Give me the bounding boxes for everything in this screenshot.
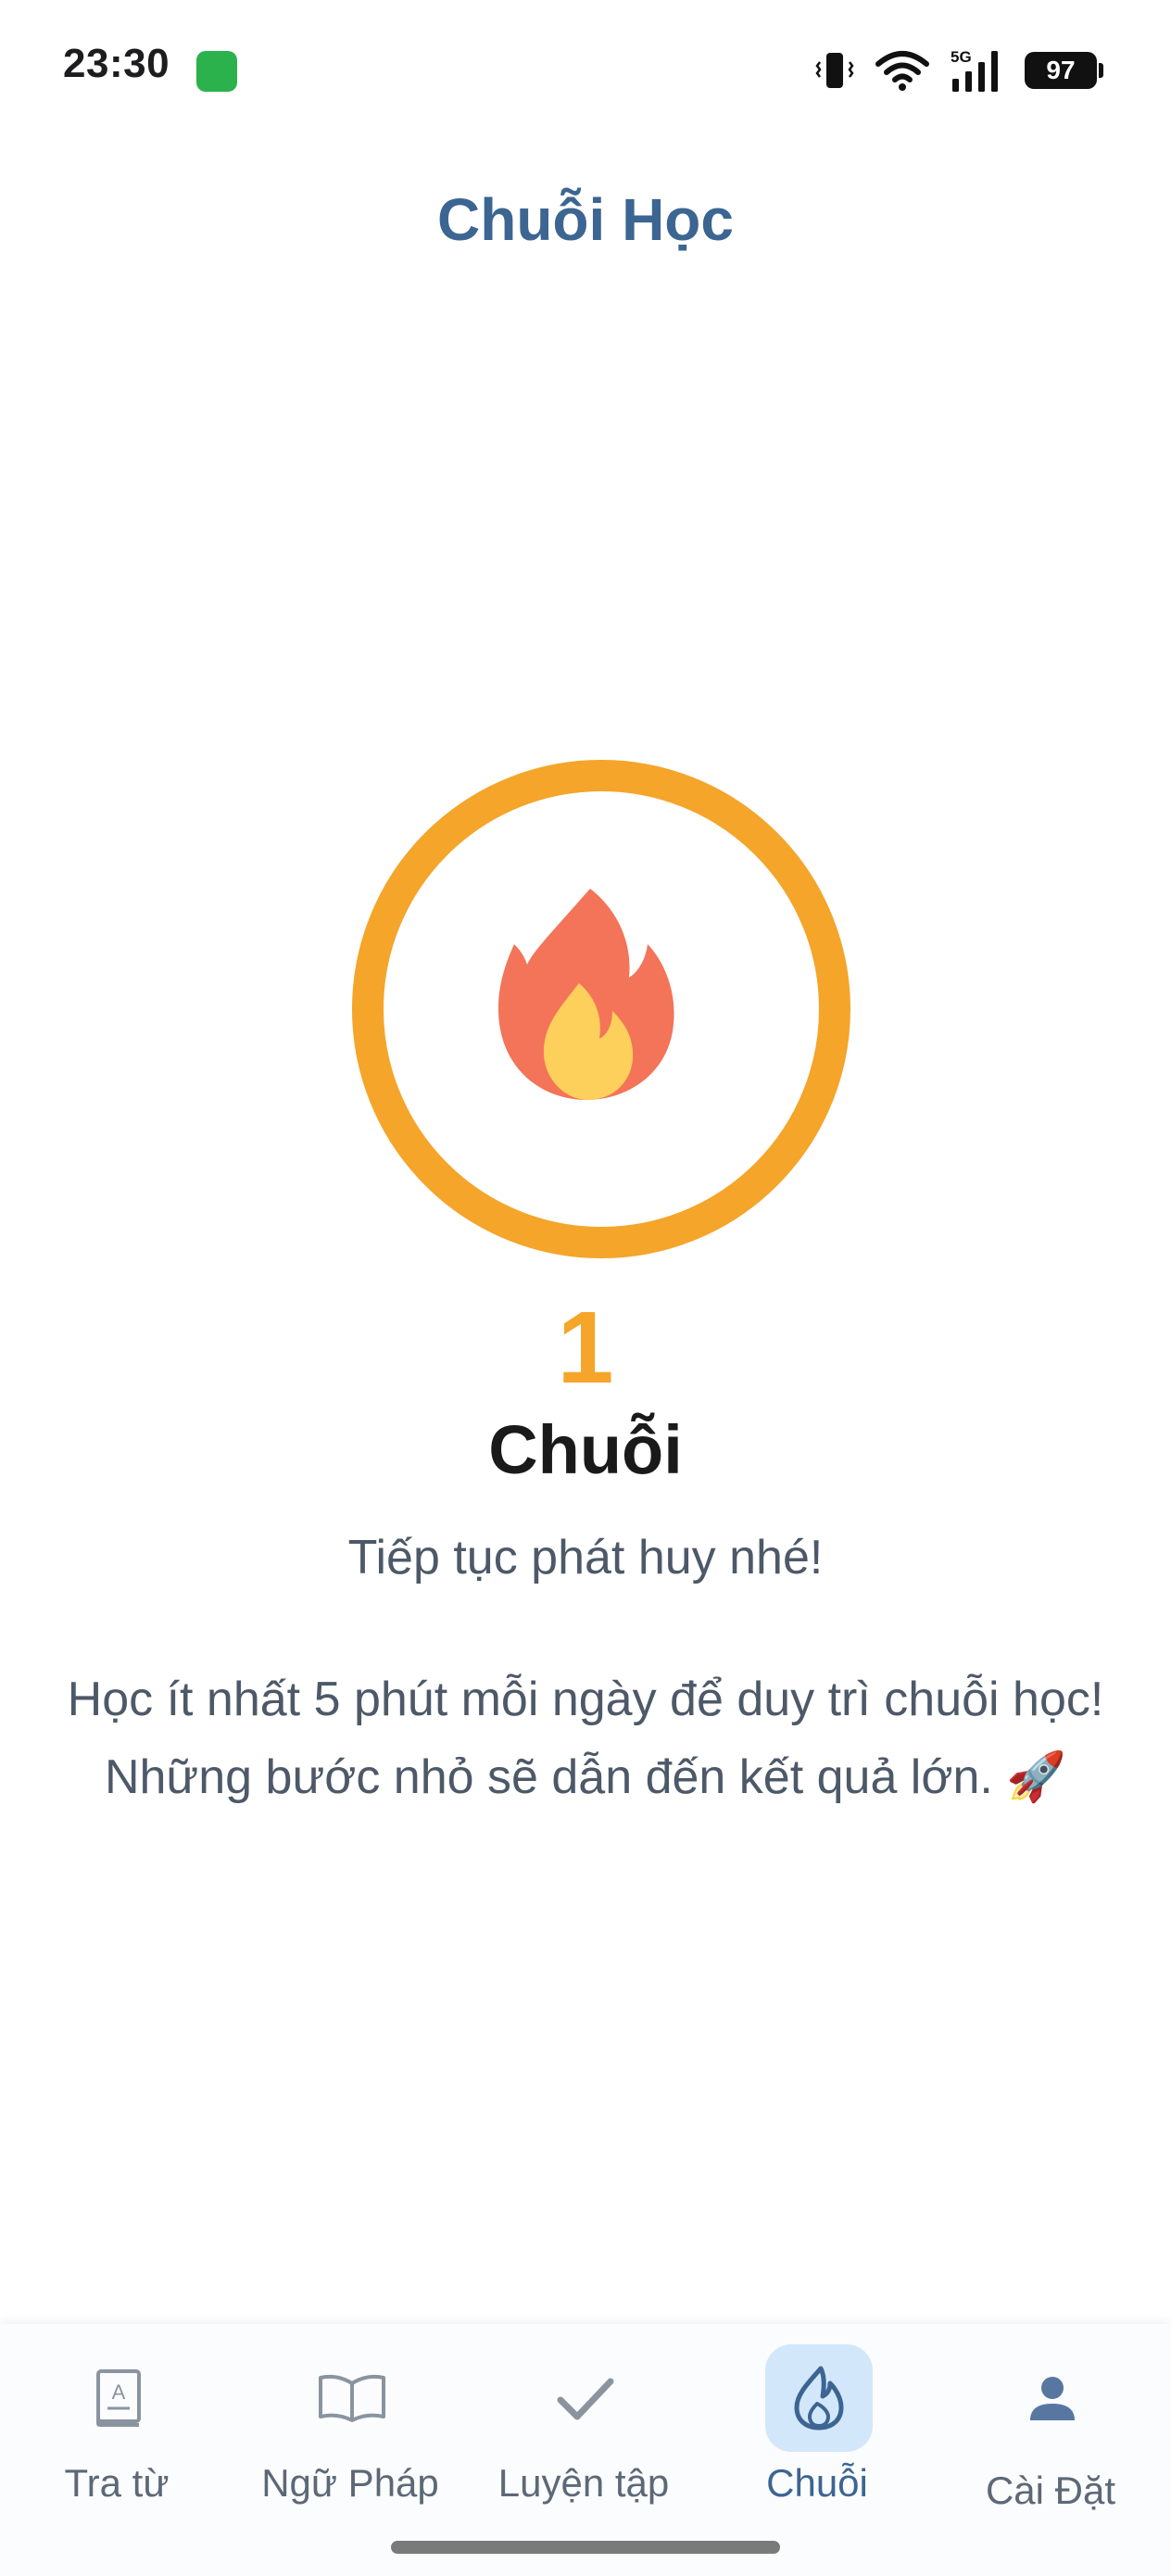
nav-item-cai-dat[interactable]: Cài Đặt [934,2324,1167,2546]
nav-icon-container [532,2344,639,2452]
fire-icon [497,889,674,1100]
battery-indicator: 97 [1025,52,1103,89]
status-time: 23:30 [63,41,170,86]
nav-item-luyen-tap[interactable]: Luyện tập [467,2324,700,2546]
nav-label-chuoi: Chuỗi [766,2461,868,2505]
open-book-icon [319,2374,385,2422]
nav-item-chuoi[interactable]: Chuỗi [700,2324,934,2546]
person-icon [1030,2377,1075,2420]
page-title: Chuỗi Học [437,186,734,253]
dictionary-icon: A [96,2369,141,2427]
nav-icon-container [999,2344,1106,2452]
svg-text:A: A [112,2380,126,2404]
nav-label-luyen-tap: Luyện tập [497,2461,670,2505]
flame-icon [794,2366,844,2431]
status-indicators: 5G 97 [813,44,1103,96]
app-notification-icon [196,51,237,92]
status-bar: 23:30 5G 97 [0,0,1171,139]
nav-icon-container: A [65,2344,172,2452]
nav-icon-container [765,2344,873,2452]
nav-label-tra-tu: Tra từ [64,2461,170,2505]
streak-count: 1 [557,1291,614,1405]
nav-label-ngu-phap: Ngữ Pháp [261,2461,439,2505]
nav-item-ngu-phap[interactable]: Ngữ Pháp [233,2324,467,2546]
bottom-navigation: A Tra từ Ngữ Pháp Luyện tập Chuỗi Cài Đặ… [0,2324,1171,2576]
wifi-icon [875,51,929,91]
streak-message: Học ít nhất 5 phút mỗi ngày để duy trì c… [67,1673,1104,1804]
home-indicator[interactable] [391,2541,780,2554]
network-type-label: 5G [951,48,972,66]
nav-icon-container [298,2344,406,2452]
streak-subtitle: Tiếp tục phát huy nhé! [347,1531,824,1585]
streak-label: Chuỗi [488,1411,683,1488]
nav-item-tra-tu[interactable]: A Tra từ [0,2324,233,2546]
nav-label-cai-dat: Cài Đặt [985,2469,1116,2512]
cellular-signal-icon: 5G [951,48,998,92]
check-icon [557,2378,614,2420]
battery-level: 97 [1046,56,1076,84]
vibrate-icon [815,53,854,88]
